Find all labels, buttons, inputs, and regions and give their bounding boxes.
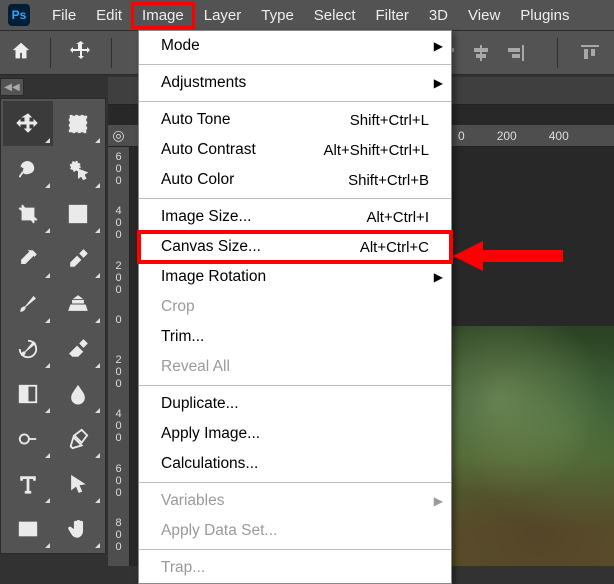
ruler-tick: 400 <box>115 205 121 241</box>
ps-logo-text: Ps <box>12 8 27 22</box>
menu-item-canvas-size[interactable]: Canvas Size...Alt+Ctrl+C <box>139 232 451 262</box>
ruler-origin[interactable]: ◎ <box>108 125 130 147</box>
frame-tool[interactable] <box>53 191 103 236</box>
ruler-tick: 800 <box>115 517 121 553</box>
type-tool[interactable] <box>3 461 53 506</box>
menu-layer[interactable]: Layer <box>194 3 252 28</box>
ruler-tick: 200 <box>115 354 121 390</box>
menu-separator <box>139 482 451 483</box>
history-brush-tool[interactable] <box>3 326 53 371</box>
menu-filter[interactable]: Filter <box>366 3 419 28</box>
healing-brush-tool[interactable] <box>53 236 103 281</box>
menu-item-trim[interactable]: Trim... <box>139 322 451 352</box>
pen-tool[interactable] <box>53 416 103 461</box>
ruler-tick: 600 <box>115 463 121 499</box>
menu-item-auto-tone[interactable]: Auto ToneShift+Ctrl+L <box>139 105 451 135</box>
submenu-arrow-icon: ▶ <box>434 494 443 508</box>
menu-separator <box>139 198 451 199</box>
menu-select[interactable]: Select <box>304 3 366 28</box>
menu-item-reveal-all: Reveal All <box>139 352 451 382</box>
menu-plugins[interactable]: Plugins <box>510 3 579 28</box>
ruler-tick: 400 <box>549 129 569 143</box>
dodge-tool[interactable] <box>3 416 53 461</box>
path-selection-tool[interactable] <box>53 461 103 506</box>
eyedropper-tool[interactable] <box>3 236 53 281</box>
menu-item-apply-image[interactable]: Apply Image... <box>139 419 451 449</box>
menubar: Ps File Edit Image Layer Type Select Fil… <box>0 0 614 30</box>
separator <box>111 38 112 68</box>
align-right-button[interactable] <box>501 41 529 65</box>
brush-tool[interactable] <box>3 281 53 326</box>
ruler-tick: 0 <box>115 314 121 326</box>
document-image[interactable] <box>449 326 614 566</box>
menu-item-mode[interactable]: Mode▶ <box>139 31 451 61</box>
menu-item-image-rotation[interactable]: Image Rotation▶ <box>139 262 451 292</box>
blur-tool[interactable] <box>53 371 103 416</box>
submenu-arrow-icon: ▶ <box>434 76 443 90</box>
crop-tool[interactable] <box>3 191 53 236</box>
submenu-arrow-icon: ▶ <box>434 270 443 284</box>
ruler-tick: 200 <box>497 129 517 143</box>
align-top-button[interactable] <box>576 41 604 65</box>
home-button[interactable] <box>10 40 32 66</box>
ruler-tick: 600 <box>115 151 121 187</box>
menu-item-crop: Crop <box>139 292 451 322</box>
separator <box>557 38 558 68</box>
menu-item-image-size[interactable]: Image Size...Alt+Ctrl+I <box>139 202 451 232</box>
ps-logo: Ps <box>8 4 30 26</box>
menu-item-trap: Trap... <box>139 553 451 583</box>
annotation-arrow-icon <box>453 236 563 276</box>
menu-item-adjustments[interactable]: Adjustments▶ <box>139 68 451 98</box>
gradient-tool[interactable] <box>3 371 53 416</box>
menu-edit[interactable]: Edit <box>86 3 132 28</box>
separator <box>50 38 51 68</box>
menu-item-calculations[interactable]: Calculations... <box>139 449 451 479</box>
menu-item-duplicate[interactable]: Duplicate... <box>139 389 451 419</box>
eraser-tool[interactable] <box>53 326 103 371</box>
menu-separator <box>139 385 451 386</box>
move-tool-indicator[interactable] <box>69 39 93 67</box>
marquee-tool[interactable] <box>53 101 103 146</box>
lasso-tool[interactable] <box>3 146 53 191</box>
tools-panel <box>0 98 106 554</box>
ruler-tick: 0 <box>458 129 465 143</box>
menu-separator <box>139 549 451 550</box>
panel-collapse-handle[interactable]: ◀◀ <box>0 78 24 96</box>
clone-stamp-tool[interactable] <box>53 281 103 326</box>
menu-image[interactable]: Image <box>132 3 194 28</box>
align-group-v <box>576 41 604 65</box>
rectangle-tool[interactable] <box>3 506 53 551</box>
quick-selection-tool[interactable] <box>53 146 103 191</box>
hand-tool[interactable] <box>53 506 103 551</box>
menu-3d[interactable]: 3D <box>419 3 458 28</box>
menu-separator <box>139 64 451 65</box>
ruler-vertical[interactable]: 600 400 200 0 200 400 600 800 <box>108 147 130 566</box>
menu-item-variables: Variables▶ <box>139 486 451 516</box>
menu-file[interactable]: File <box>42 3 86 28</box>
menu-separator <box>139 101 451 102</box>
menu-item-auto-contrast[interactable]: Auto ContrastAlt+Shift+Ctrl+L <box>139 135 451 165</box>
menu-item-auto-color[interactable]: Auto ColorShift+Ctrl+B <box>139 165 451 195</box>
submenu-arrow-icon: ▶ <box>434 39 443 53</box>
align-center-h-button[interactable] <box>467 41 495 65</box>
menu-type[interactable]: Type <box>251 3 304 28</box>
ruler-tick: 200 <box>115 260 121 296</box>
menu-item-apply-data-set: Apply Data Set... <box>139 516 451 546</box>
image-menu-dropdown: Mode▶ Adjustments▶ Auto ToneShift+Ctrl+L… <box>138 30 452 584</box>
menu-view[interactable]: View <box>458 3 510 28</box>
ruler-tick: 400 <box>115 408 121 444</box>
move-tool[interactable] <box>3 101 53 146</box>
